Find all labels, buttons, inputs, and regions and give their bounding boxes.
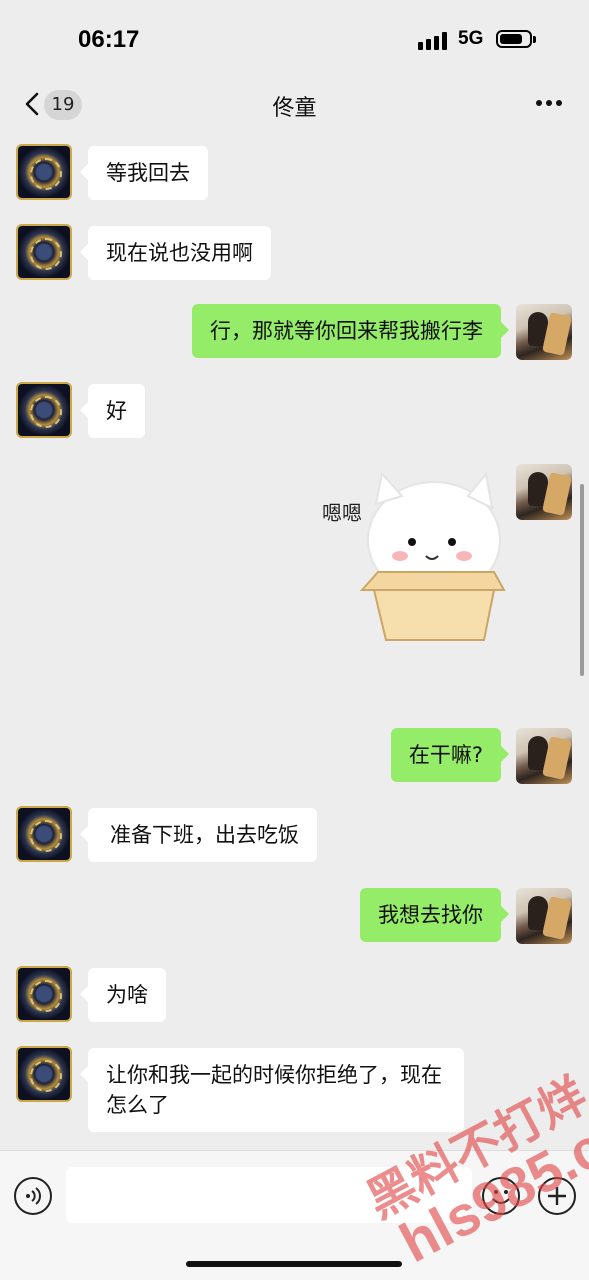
- sticker-text: 嗯嗯: [322, 501, 362, 525]
- message-bubble-incoming[interactable]: 好: [80, 384, 145, 438]
- message-bubble-incoming[interactable]: 等我回去: [80, 146, 208, 200]
- battery-icon: [496, 30, 536, 48]
- friend-avatar[interactable]: [16, 966, 72, 1022]
- friend-avatar[interactable]: [16, 1046, 72, 1102]
- add-more-button[interactable]: [538, 1177, 576, 1215]
- nav-bar: 19 佟童: [0, 76, 589, 134]
- emoji-button[interactable]: [482, 1177, 520, 1215]
- message-bubble-incoming[interactable]: 现在说也没用啊: [80, 226, 271, 280]
- voice-icon: [26, 1187, 41, 1205]
- cat-in-box-sticker[interactable]: 嗯嗯: [318, 464, 508, 644]
- status-time: 06:17: [78, 26, 140, 53]
- input-bar: [0, 1150, 589, 1280]
- my-avatar[interactable]: [516, 304, 572, 360]
- more-options-icon[interactable]: [536, 100, 564, 108]
- my-avatar[interactable]: [516, 464, 572, 520]
- scroll-indicator[interactable]: [580, 484, 584, 676]
- message-bubble-outgoing[interactable]: 在干嘛?: [390, 728, 510, 782]
- voice-input-button[interactable]: [14, 1177, 52, 1215]
- plus-icon: [548, 1187, 566, 1205]
- my-avatar[interactable]: [516, 888, 572, 944]
- message-input[interactable]: [66, 1167, 472, 1223]
- message-bubble-incoming[interactable]: 准备下班，出去吃饭: [80, 808, 317, 862]
- status-bar: 06:17 5G: [0, 0, 589, 76]
- message-bubble-outgoing[interactable]: 行，那就等你回来帮我搬行李: [192, 304, 509, 358]
- home-indicator[interactable]: [186, 1261, 402, 1267]
- message-bubble-incoming[interactable]: 为啥: [80, 968, 166, 1022]
- my-avatar[interactable]: [516, 728, 572, 784]
- message-bubble-incoming[interactable]: 让你和我一起的时候你拒绝了，现在怎么了: [80, 1048, 464, 1132]
- friend-avatar[interactable]: [16, 224, 72, 280]
- friend-avatar[interactable]: [16, 382, 72, 438]
- friend-avatar[interactable]: [16, 806, 72, 862]
- chat-area[interactable]: 等我回去 现在说也没用啊 行，那就等你回来帮我搬行李 好 嗯嗯 在干嘛? 准备下…: [0, 134, 589, 1150]
- chat-title: 佟童: [272, 96, 317, 121]
- message-bubble-outgoing[interactable]: 我想去找你: [360, 888, 509, 942]
- network-label: 5G: [458, 28, 484, 49]
- friend-avatar[interactable]: [16, 144, 72, 200]
- emoji-icon: [492, 1190, 510, 1204]
- signal-icon: [418, 30, 448, 50]
